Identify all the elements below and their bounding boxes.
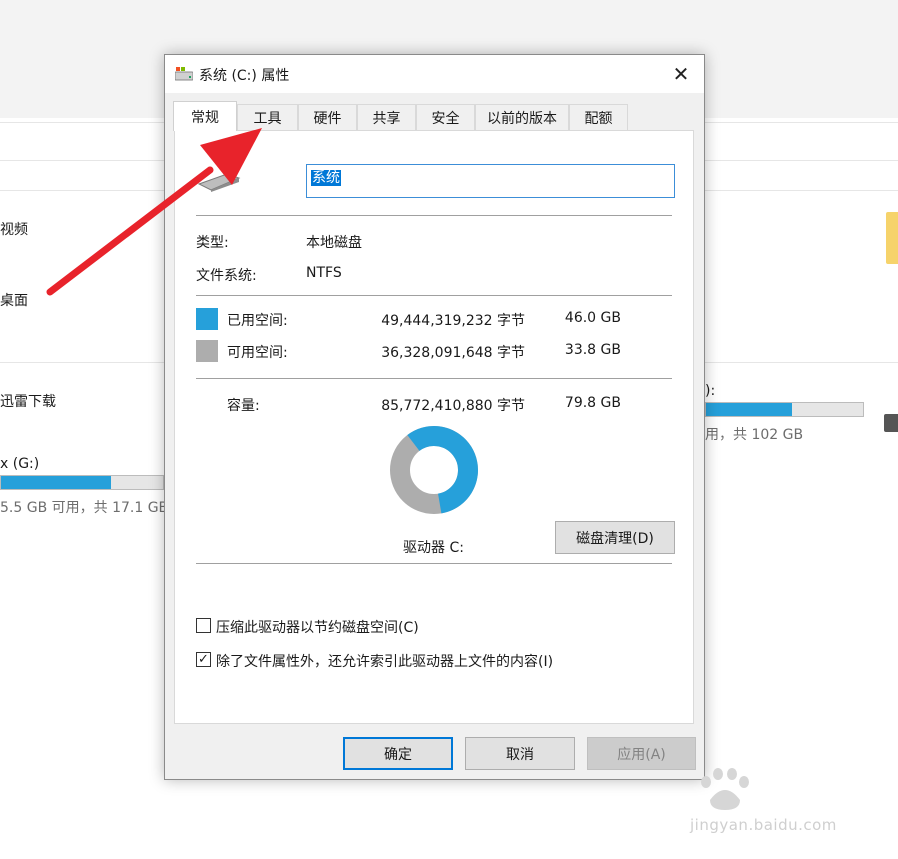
cancel-button[interactable]: 取消 (465, 737, 575, 770)
drive-label: 驱动器 C: (403, 540, 464, 556)
drive-icon (175, 67, 193, 81)
folder-item-desktop[interactable]: 桌面 (0, 290, 28, 310)
disk-usage-donut (390, 426, 478, 514)
capacity-size: 79.8 GB (564, 395, 621, 411)
index-checkbox[interactable]: ✓ (196, 652, 211, 667)
tab-sharing[interactable]: 共享 (357, 104, 416, 130)
watermark-url: jingyan.baidu.com (690, 816, 837, 834)
used-space-label: 已用空间: (227, 313, 288, 329)
drive-g-free-text: 5.5 GB 可用，共 17.1 GB (0, 500, 169, 516)
close-button[interactable]: ✕ (658, 55, 704, 93)
folder-item-videos[interactable]: 视频 (0, 219, 28, 239)
divider (196, 215, 672, 216)
ok-button[interactable]: 确定 (343, 737, 453, 770)
capacity-bytes: 85,772,410,880 字节 (381, 398, 525, 414)
compress-label[interactable]: 压缩此驱动器以节约磁盘空间(C) (216, 617, 419, 637)
filesystem-label: 文件系统: (196, 268, 257, 284)
tab-general[interactable]: 常规 (173, 101, 237, 131)
index-label[interactable]: 除了文件属性外，还允许索引此驱动器上文件的内容(I) (216, 651, 553, 671)
general-tab-panel: 系统 类型: 本地磁盘 文件系统: NTFS 已用空间: 49,444,319,… (174, 130, 694, 724)
drive-g-label[interactable]: x (G:) (0, 456, 39, 472)
volume-name-text: 系统 (311, 170, 341, 186)
free-space-bytes: 36,328,091,648 字节 (381, 345, 525, 361)
free-space-size: 33.8 GB (564, 342, 621, 358)
drive-right-free-text: 用，共 102 GB (705, 427, 804, 443)
dialog-title: 系统 (C:) 属性 (199, 68, 290, 84)
folder-item-thunder-downloads[interactable]: 迅雷下载 (0, 391, 56, 411)
baidu-watermark-logo (701, 768, 749, 810)
close-icon: ✕ (672, 62, 690, 86)
dialog-title-bar[interactable]: 系统 (C:) 属性 ✕ (165, 55, 704, 93)
type-value: 本地磁盘 (306, 235, 362, 251)
free-space-swatch (196, 340, 218, 362)
used-space-swatch (196, 308, 218, 330)
tab-security[interactable]: 安全 (416, 104, 475, 130)
free-space-label: 可用空间: (227, 345, 288, 361)
apply-button[interactable]: 应用(A) (587, 737, 696, 770)
disk-cleanup-button[interactable]: 磁盘清理(D) (555, 521, 675, 554)
divider (196, 295, 672, 296)
filesystem-value: NTFS (306, 265, 342, 281)
capacity-label: 容量: (227, 398, 260, 414)
type-label: 类型: (196, 235, 229, 251)
drive-right-usage-bar (705, 402, 864, 417)
divider (196, 563, 672, 564)
compress-checkbox[interactable] (196, 618, 211, 633)
drive-properties-dialog: 系统 (C:) 属性 ✕ 常规 工具 硬件 共享 安全 以前的版本 配额 系统 … (164, 54, 705, 780)
volume-name-input[interactable]: 系统 (306, 164, 675, 198)
used-space-bytes: 49,444,319,232 字节 (381, 313, 525, 329)
hard-drive-icon (197, 173, 241, 192)
drive-right-label[interactable]: ): (705, 383, 715, 399)
divider (196, 378, 672, 379)
tab-hardware[interactable]: 硬件 (298, 104, 357, 130)
tab-tools[interactable]: 工具 (237, 104, 298, 130)
tab-previous-versions[interactable]: 以前的版本 (475, 104, 569, 130)
folder-icon[interactable] (886, 212, 898, 264)
used-space-size: 46.0 GB (564, 310, 621, 326)
drive-g-usage-bar (0, 475, 164, 490)
drive-icon[interactable] (884, 414, 898, 432)
tab-quota[interactable]: 配额 (569, 104, 628, 130)
